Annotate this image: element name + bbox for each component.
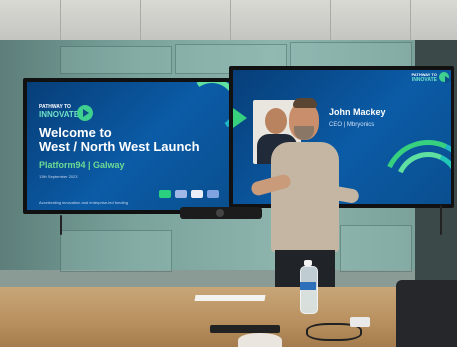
logo-line2: INNOVATE: [39, 110, 80, 119]
cup: [238, 333, 282, 347]
arrow-icon: [439, 72, 451, 84]
logo-line2: INNOVATE: [411, 77, 437, 83]
slide-footer: Accelerating innovation and enterprise-l…: [39, 200, 128, 205]
sponsor-logos: [159, 190, 219, 198]
conference-room-photo: PATHWAY TO INNOVATE Welcome to West / No…: [0, 0, 457, 347]
slide-subtitle: Platform94 | Galway: [39, 160, 125, 170]
bottle-body: [300, 266, 318, 314]
ceiling-tile: [60, 0, 61, 40]
cable: [440, 205, 442, 235]
ceiling: [0, 0, 457, 40]
ceiling-tile: [410, 0, 411, 40]
sponsor-logo: [191, 190, 203, 198]
left-tv: PATHWAY TO INNOVATE Welcome to West / No…: [23, 78, 233, 214]
cable: [60, 215, 62, 235]
paper-sheet: [194, 295, 266, 301]
sponsor-logo: [159, 190, 171, 198]
person-hair: [293, 98, 317, 108]
laptop-cable: [210, 325, 280, 333]
camera-lens: [216, 209, 224, 217]
ceiling-tile: [230, 0, 231, 40]
slide-title: Welcome to West / North West Launch: [39, 126, 200, 153]
wall-panel: [60, 230, 172, 272]
sponsor-logo: [207, 190, 219, 198]
logo-text: PATHWAY TO INNOVATE: [411, 72, 437, 83]
conference-table: [0, 287, 457, 347]
chair: [396, 280, 457, 347]
slide-title-line1: Welcome to: [39, 125, 112, 140]
notepad: [350, 317, 370, 327]
ceiling-tile: [330, 0, 331, 40]
left-slide: PATHWAY TO INNOVATE Welcome to West / No…: [27, 82, 229, 210]
wall-panel: [60, 46, 172, 74]
bottle-label: [300, 282, 316, 290]
water-bottle: [298, 260, 318, 314]
slide-date: 13th September 2023: [39, 174, 78, 179]
arrow-icon: [77, 105, 93, 121]
logo-text: PATHWAY TO INNOVATE: [39, 104, 79, 119]
ceiling-tile: [140, 0, 141, 40]
sponsor-logo: [175, 190, 187, 198]
slide-title-line2: West / North West Launch: [39, 138, 200, 154]
